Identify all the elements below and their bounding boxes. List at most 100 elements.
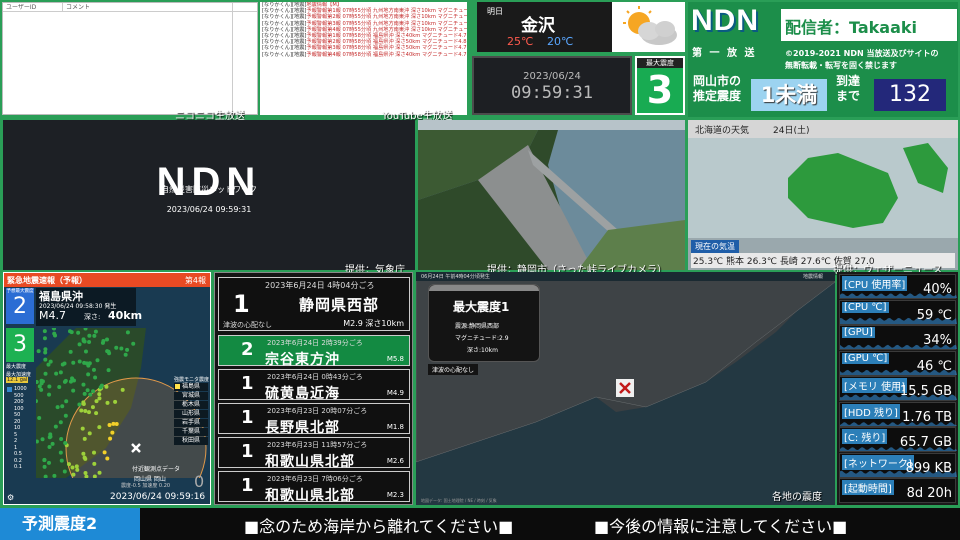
stat-label: [HDD 残り] xyxy=(842,403,900,419)
station-dot xyxy=(83,409,88,414)
station-dot xyxy=(90,405,95,410)
station-dot xyxy=(70,376,75,381)
eew-time: 2023/06/24 09:59:16 xyxy=(110,492,206,502)
station-dot xyxy=(77,359,82,364)
station-dot xyxy=(104,384,109,389)
station-dot xyxy=(37,416,42,421)
station-dot xyxy=(86,410,91,415)
station-dot xyxy=(93,329,98,334)
near-station-value: 震度-0.5 加速度 0.20 xyxy=(121,483,171,489)
stat-value: 1.76 TB xyxy=(902,409,952,425)
station-dot xyxy=(105,456,110,461)
station-item: 秋田県 xyxy=(174,437,208,445)
station-item: 栃木県 xyxy=(174,401,208,409)
near-intensity: 0 xyxy=(194,472,205,491)
quake-list-item[interactable]: 2023年6月23日 7時06分ごろ 1 和歌山県北部 M2.3 xyxy=(218,471,410,504)
station-dot xyxy=(58,450,63,455)
station-dot xyxy=(71,472,76,477)
stat-label: [CPU 使用率] xyxy=(842,276,908,291)
station-dot xyxy=(63,413,68,418)
seismic-intensity-map: 06月24日 午前4時04分頃発生 地震情報 最大震度1 震源:静岡県西部 マグ… xyxy=(416,272,835,505)
quake-list-item[interactable]: 2023年6月23日 20時07分ごろ 1 長野県北部 M1.8 xyxy=(218,403,410,436)
event-log: [なりかくん][地震]地震情報【M】 [なりかくん][地震]予報警報第1報 07時… xyxy=(260,2,467,115)
station-dot xyxy=(81,400,86,405)
station-dot xyxy=(71,388,76,393)
station-dot xyxy=(43,357,48,362)
station-dot xyxy=(48,432,53,437)
obs-intensity-label: 最大震度 xyxy=(6,364,27,370)
weather-day: 明日 xyxy=(487,7,503,16)
quake-list-item[interactable]: 2023年6月24日 0時43分ごろ 1 硫黄島近海 M4.9 xyxy=(218,369,410,402)
max-intensity-box: 最大震度 3 xyxy=(635,56,685,115)
quake-list-item[interactable]: 2023年6月24日 4時04分ごろ 1 静岡県西部 M2.9 深さ10km 津波の心配… xyxy=(218,277,410,331)
station-dot xyxy=(125,347,130,352)
scale-tick: 0.1 xyxy=(14,464,22,470)
station-dot xyxy=(46,460,51,465)
station-dot xyxy=(125,330,130,335)
low-temp: 20℃ xyxy=(547,35,574,48)
station-dot xyxy=(106,368,111,373)
arrival-seconds: 132 xyxy=(874,79,946,111)
station-dot xyxy=(102,450,107,455)
station-dot xyxy=(123,352,128,357)
station-dot xyxy=(43,371,48,376)
wmap-date: 24日(土) xyxy=(773,126,810,136)
stat-row: [CPU 使用率] 40% xyxy=(839,274,957,299)
scrollbar-divider[interactable] xyxy=(232,3,233,114)
station-dot xyxy=(42,329,47,334)
settings-gear-icon[interactable]: ⚙ xyxy=(7,493,14,502)
quake-magnitude: M4.9 xyxy=(386,389,404,397)
eew-report-number: 第4報 xyxy=(184,276,206,285)
station-dot xyxy=(42,458,47,463)
station-dot xyxy=(60,404,65,409)
stat-label: [ネットワーク] xyxy=(842,454,914,470)
station-dot xyxy=(100,340,105,345)
station-dot xyxy=(48,359,53,364)
copyright-2: 無断転載・転写を固く禁じます xyxy=(785,61,897,70)
stat-value: 40% xyxy=(923,282,952,297)
log-source: [なりかくん][地震] xyxy=(262,14,307,21)
quake-list-item[interactable]: 2023年6月24日 2時39分ごろ 2 宗谷東方沖 M5.8 xyxy=(218,335,410,368)
quake-intensity: 2 xyxy=(241,339,254,360)
station-dot xyxy=(92,461,97,466)
station-dot xyxy=(81,382,86,387)
tele-logo: NDN xyxy=(156,160,262,204)
map-note: 地図データ: 国土地理院 / NE / 時刻 / 気象 xyxy=(421,498,497,503)
stat-row: [C: 残り] 65.7 GB xyxy=(839,427,957,452)
station-dot xyxy=(62,469,67,474)
station-dot xyxy=(81,338,86,343)
station-dot xyxy=(91,389,96,394)
weather-panel: 明日 金沢 25℃ 20℃ xyxy=(477,2,685,52)
station-dot xyxy=(97,425,102,430)
station-dot xyxy=(105,400,110,405)
ticker-message-2: ■今後の情報に注意してください■ xyxy=(594,517,848,536)
station-dot xyxy=(119,346,124,351)
tsunami-note: 津波の心配なし xyxy=(428,364,479,375)
clock-panel: 2023/06/24 09:59:31 xyxy=(472,56,632,115)
log-text: 予報警報第4報 07時55分頃 九州地方南東沖 深さ10km マグニチュード3.… xyxy=(306,26,467,33)
stat-row: [メモリ 使用] 15.5 GB xyxy=(839,376,957,401)
channel-label: 第 一 放 送 xyxy=(692,48,757,59)
station-dot xyxy=(92,450,97,455)
japan-map-graphic xyxy=(688,138,958,238)
station-dot xyxy=(82,436,87,441)
station-item: 山形県 xyxy=(174,410,208,418)
bottom-ticker: 予測震度2 ■念のため海岸から離れてください■ ■今後の情報に注意してください■ xyxy=(0,508,960,540)
quake-list-item[interactable]: 2023年6月23日 11時57分ごろ 1 和歌山県北部 M2.6 xyxy=(218,437,410,470)
card-source: 震源:静岡県西部 xyxy=(455,323,500,330)
stat-value: 899 KB xyxy=(905,460,952,476)
quake-date: 2023年6月23日 20時07分ごろ xyxy=(267,407,368,415)
station-dot xyxy=(94,399,99,404)
map-footer: 各地の震度 xyxy=(772,492,822,503)
log-text: 予報警報第4報 07時58分頃 福島県沖 深さ40km マグニチュード4.7 予… xyxy=(306,51,467,58)
station-item: 千葉県 xyxy=(174,428,208,436)
station-dot xyxy=(69,330,74,335)
quake-location: 長野県北部 xyxy=(265,420,340,436)
quake-intensity: 1 xyxy=(241,475,254,496)
arrival-label-2: まで xyxy=(836,89,861,103)
station-dot xyxy=(131,341,136,346)
stat-row: [GPU] 34% xyxy=(839,325,957,350)
station-dot xyxy=(58,370,63,375)
stat-label: [CPU ℃] xyxy=(842,301,889,313)
stat-value: 46 ℃ xyxy=(916,358,952,374)
